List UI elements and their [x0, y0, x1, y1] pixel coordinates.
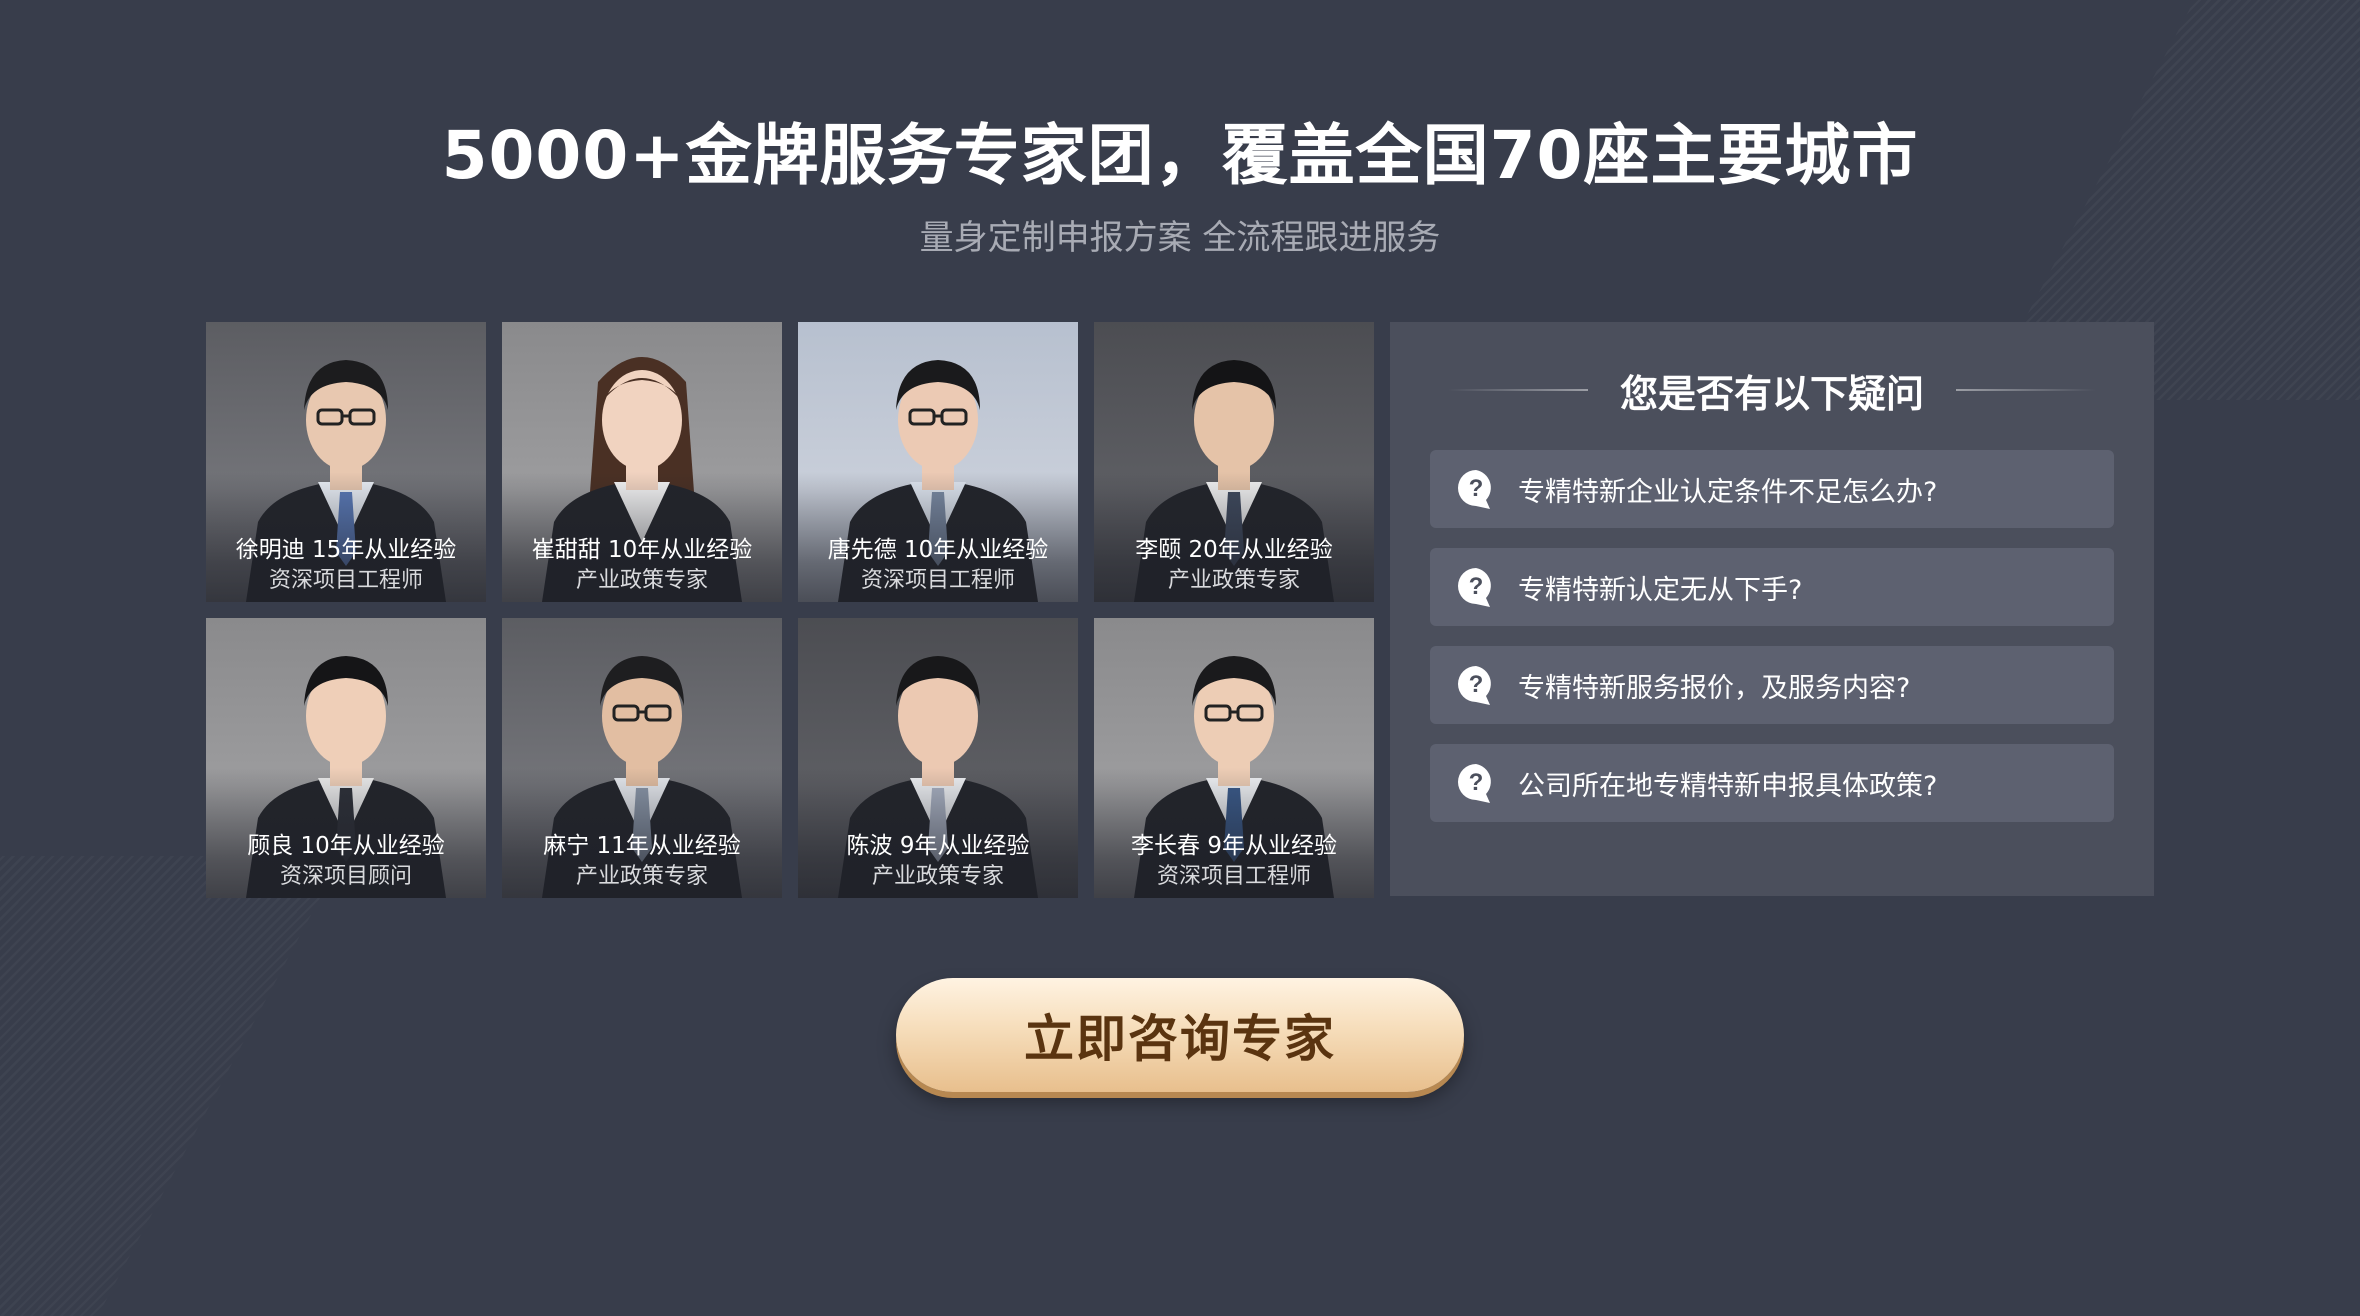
expert-name-experience: 麻宁 11年从业经验 — [543, 833, 741, 859]
expert-card: 李颐 20年从业经验 产业政策专家 — [1094, 322, 1374, 602]
faq-question-text: 专精特新认定无从下手? — [1518, 574, 1803, 606]
faq-question-item[interactable]: ? 公司所在地专精特新申报具体政策? — [1430, 744, 2114, 822]
expert-card: 顾良 10年从业经验 资深项目顾问 — [206, 618, 486, 898]
faq-question-item[interactable]: ? 专精特新认定无从下手? — [1430, 548, 2114, 626]
expert-name-experience: 李颐 20年从业经验 — [1135, 537, 1333, 563]
svg-text:?: ? — [1469, 475, 1484, 502]
faq-question-item[interactable]: ? 专精特新企业认定条件不足怎么办? — [1430, 450, 2114, 528]
hero-title: 5000+金牌服务专家团，覆盖全国70座主要城市 — [441, 117, 1919, 194]
svg-text:?: ? — [1469, 671, 1484, 698]
question-bubble-icon: ? — [1458, 764, 1491, 803]
expert-name-experience: 李长春 9年从业经验 — [1131, 833, 1337, 859]
expert-caption: 李颐 20年从业经验 产业政策专家 — [1094, 534, 1374, 596]
expert-role: 产业政策专家 — [575, 864, 708, 889]
expert-caption: 唐先德 10年从业经验 资深项目工程师 — [798, 534, 1078, 596]
svg-text:?: ? — [1469, 769, 1484, 796]
expert-caption: 麻宁 11年从业经验 产业政策专家 — [502, 830, 782, 892]
faq-header: 您是否有以下疑问 — [1390, 362, 2154, 418]
decorative-stripes-bottom-left — [0, 856, 343, 1316]
expert-card: 李长春 9年从业经验 资深项目工程师 — [1094, 618, 1374, 898]
expert-card: 徐明迪 15年从业经验 资深项目工程师 — [206, 322, 486, 602]
expert-role: 资深项目工程师 — [268, 568, 423, 593]
expert-name-experience: 顾良 10年从业经验 — [247, 833, 445, 859]
expert-role: 产业政策专家 — [1167, 568, 1300, 593]
question-bubble-icon: ? — [1458, 470, 1491, 509]
expert-name-experience: 陈波 9年从业经验 — [846, 833, 1030, 859]
expert-grid: 徐明迪 15年从业经验 资深项目工程师 崔甜甜 10年从业经验 产业政策专家 唐先德 1… — [206, 322, 1374, 898]
question-bubble-icon: ? — [1458, 568, 1491, 607]
hero-subtitle: 量身定制申报方案 全流程跟进服务 — [919, 218, 1441, 258]
expert-card: 麻宁 11年从业经验 产业政策专家 — [502, 618, 782, 898]
consult-expert-label: 立即咨询专家 — [1024, 1010, 1336, 1068]
svg-text:?: ? — [1469, 573, 1484, 600]
faq-question-text: 专精特新服务报价，及服务内容? — [1518, 672, 1911, 704]
faq-question-text: 专精特新企业认定条件不足怎么办? — [1518, 476, 1938, 508]
expert-card: 崔甜甜 10年从业经验 产业政策专家 — [502, 322, 782, 602]
faq-question-text: 公司所在地专精特新申报具体政策? — [1518, 770, 1938, 802]
expert-card: 唐先德 10年从业经验 资深项目工程师 — [798, 322, 1078, 602]
question-bubble-icon: ? — [1458, 666, 1491, 705]
expert-caption: 崔甜甜 10年从业经验 产业政策专家 — [502, 534, 782, 596]
expert-name-experience: 崔甜甜 10年从业经验 — [531, 537, 753, 563]
faq-divider-left — [1447, 389, 1588, 391]
expert-caption: 陈波 9年从业经验 产业政策专家 — [798, 830, 1078, 892]
expert-caption: 顾良 10年从业经验 资深项目顾问 — [206, 830, 486, 892]
expert-role: 资深项目顾问 — [279, 864, 412, 889]
expert-caption: 李长春 9年从业经验 资深项目工程师 — [1094, 830, 1374, 892]
expert-card: 陈波 9年从业经验 产业政策专家 — [798, 618, 1078, 898]
expert-name-experience: 徐明迪 15年从业经验 — [235, 537, 457, 563]
faq-title: 您是否有以下疑问 — [1619, 371, 1924, 416]
expert-role: 产业政策专家 — [871, 864, 1004, 889]
expert-caption: 徐明迪 15年从业经验 资深项目工程师 — [206, 534, 486, 596]
expert-role: 资深项目工程师 — [860, 568, 1015, 593]
consult-expert-button[interactable]: 立即咨询专家 — [896, 978, 1464, 1092]
expert-name-experience: 唐先德 10年从业经验 — [827, 537, 1049, 563]
faq-question-list: ? 专精特新企业认定条件不足怎么办? ? 专精特新认定无从下手? ? 专精特新服… — [1430, 450, 2114, 842]
faq-panel: 您是否有以下疑问 ? 专精特新企业认定条件不足怎么办? ? 专精特新认定无从下手… — [1390, 322, 2154, 896]
expert-role: 产业政策专家 — [575, 568, 708, 593]
faq-divider-right — [1956, 389, 2096, 391]
expert-role: 资深项目工程师 — [1156, 864, 1311, 889]
faq-question-item[interactable]: ? 专精特新服务报价，及服务内容? — [1430, 646, 2114, 724]
